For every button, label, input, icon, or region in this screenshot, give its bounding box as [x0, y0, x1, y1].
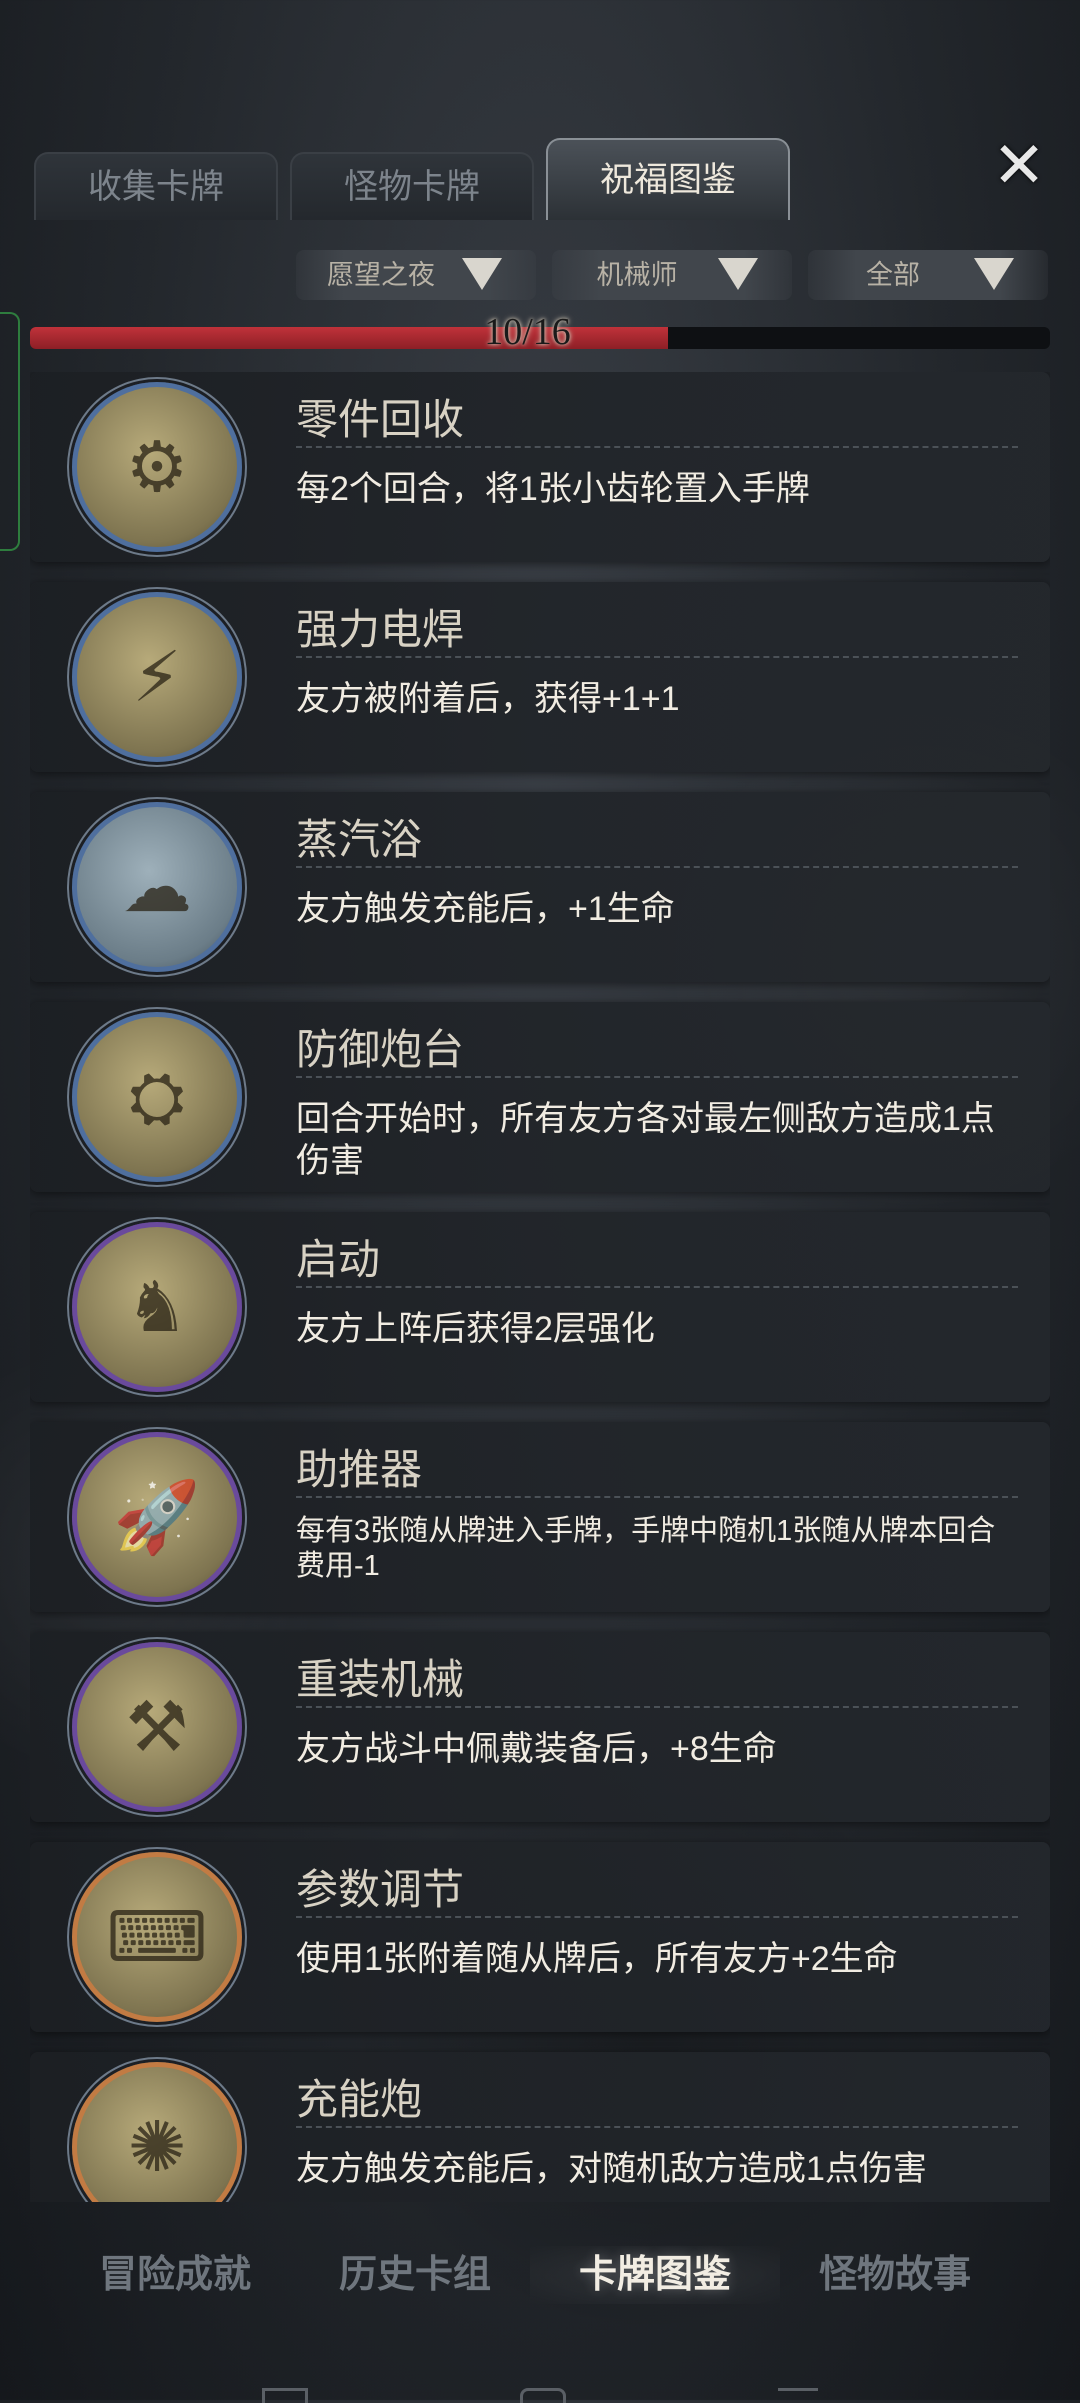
blessing-title: 防御炮台: [296, 1026, 465, 1073]
blessing-title: 助推器: [296, 1446, 423, 1493]
blessing-art: ⌨: [106, 1898, 208, 1976]
back-icon[interactable]: [778, 2388, 818, 2403]
blessing-row[interactable]: 🚀 助推器每有3张随从牌进入手牌，手牌中随机1张随从牌本回合费用-1: [30, 1422, 1050, 1612]
blessing-art: ⚒: [125, 1688, 189, 1766]
blessing-title: 充能炮: [296, 2076, 423, 2123]
blessing-description: 每有3张随从牌进入手牌，手牌中随机1张随从牌本回合费用-1: [296, 1515, 996, 1582]
filter-label: 全部: [866, 260, 920, 290]
blessing-description: 友方触发充能后，+1生命: [296, 890, 675, 928]
nav-adventure-achievements[interactable]: 冒险成就: [60, 2220, 290, 2330]
blessing-row[interactable]: ⚒ 重装机械友方战斗中佩戴装备后，+8生命: [30, 1632, 1050, 1822]
cannon-turret-icon: ⛭: [72, 1012, 242, 1182]
blessing-art: ⚡: [132, 638, 182, 716]
blessing-description: 回合开始时，所有友方各对最左侧敌方造成1点伤害: [296, 1100, 995, 1180]
dashed-divider: [296, 1286, 1018, 1288]
recent-apps-icon[interactable]: [262, 2388, 308, 2403]
filter-funnel-icon: [718, 258, 758, 290]
filter-label: 机械师: [596, 260, 678, 290]
welding-torch-icon: ⚡: [72, 592, 242, 762]
nav-history-decks[interactable]: 历史卡组: [300, 2220, 530, 2330]
blessing-title: 重装机械: [296, 1656, 465, 1703]
filter-funnel-icon: [974, 258, 1014, 290]
nav-monster-stories[interactable]: 怪物故事: [780, 2220, 1010, 2330]
hooded-scavenger-icon: ⚙: [72, 382, 242, 552]
tab-blessing-codex[interactable]: 祝福图鉴: [546, 138, 790, 220]
filter-rarity[interactable]: 全部: [808, 250, 1048, 300]
dashed-divider: [296, 866, 1018, 868]
blessing-description: 友方战斗中佩戴装备后，+8生命: [296, 1730, 777, 1768]
category-tabs: 收集卡牌 怪物卡牌 祝福图鉴: [34, 138, 794, 220]
blessing-art: ♞: [125, 1268, 189, 1346]
blessing-row[interactable]: ⌨ 参数调节使用1张附着随从牌后，所有友方+2生命: [30, 1842, 1050, 2032]
blessing-art: ✺: [127, 2108, 187, 2186]
charge-cannon-icon: ✺: [72, 2062, 242, 2202]
blessing-title: 零件回收: [296, 396, 465, 443]
blessing-art: 🚀: [113, 1478, 201, 1556]
blessing-row[interactable]: ✺ 充能炮友方触发充能后，对随机敌方造成1点伤害: [30, 2052, 1050, 2202]
blessing-art: ⚙: [125, 428, 189, 506]
close-icon[interactable]: ✕: [986, 132, 1052, 198]
rocket-booster-icon: 🚀: [72, 1432, 242, 1602]
blessing-row[interactable]: ☁ 蒸汽浴友方触发充能后，+1生命: [30, 792, 1050, 982]
blessing-description: 友方触发充能后，对随机敌方造成1点伤害: [296, 2150, 927, 2188]
armored-knight-icon: ♞: [72, 1222, 242, 1392]
blessing-list[interactable]: ⚙ 零件回收每2个回合，将1张小齿轮置入手牌 ⚡ 强力电焊友方被附着后，获得+1+1 ☁…: [30, 372, 1050, 2202]
blessing-description: 友方被附着后，获得+1+1: [296, 680, 680, 718]
blessing-title: 参数调节: [296, 1866, 465, 1913]
blessing-row[interactable]: ⚡ 强力电焊友方被附着后，获得+1+1: [30, 582, 1050, 772]
progress-count: 10/16: [484, 311, 571, 353]
dashed-divider: [296, 446, 1018, 448]
dashed-divider: [296, 2126, 1018, 2128]
filter-funnel-icon: [462, 258, 502, 290]
blessing-description: 使用1张附着随从牌后，所有友方+2生命: [296, 1940, 898, 1978]
tab-monster-cards[interactable]: 怪物卡牌: [290, 152, 534, 220]
blessing-art: ☁: [122, 848, 192, 926]
blessing-description: 每2个回合，将1张小齿轮置入手牌: [296, 470, 810, 508]
dashed-divider: [296, 1496, 1018, 1498]
heavy-mech-icon: ⚒: [72, 1642, 242, 1812]
dashed-divider: [296, 1076, 1018, 1078]
system-nav-bar: [0, 2370, 1080, 2403]
dashed-divider: [296, 1706, 1018, 1708]
nav-card-codex[interactable]: 卡牌图鉴: [530, 2220, 780, 2330]
blessing-title: 蒸汽浴: [296, 816, 423, 863]
filter-adventure[interactable]: 愿望之夜: [296, 250, 536, 300]
blessing-title: 启动: [296, 1236, 381, 1283]
blessing-row[interactable]: ♞ 启动友方上阵后获得2层强化: [30, 1212, 1050, 1402]
bottom-nav: 冒险成就 历史卡组 卡牌图鉴 怪物故事: [60, 2220, 1020, 2330]
dashed-divider: [296, 1916, 1018, 1918]
home-icon[interactable]: [520, 2388, 566, 2403]
blessing-row[interactable]: ⛭ 防御炮台回合开始时，所有友方各对最左侧敌方造成1点伤害: [30, 1002, 1050, 1192]
filter-class[interactable]: 机械师: [552, 250, 792, 300]
steam-robot-icon: ☁: [72, 802, 242, 972]
control-cockpit-icon: ⌨: [72, 1852, 242, 2022]
dashed-divider: [296, 656, 1018, 658]
blessing-row[interactable]: ⚙ 零件回收每2个回合，将1张小齿轮置入手牌: [30, 372, 1050, 562]
blessing-art: ⛭: [129, 1058, 185, 1136]
blessing-title: 强力电焊: [296, 606, 465, 653]
blessing-description: 友方上阵后获得2层强化: [296, 1310, 655, 1348]
tab-collect-cards[interactable]: 收集卡牌: [34, 152, 278, 220]
filter-label: 愿望之夜: [327, 260, 435, 290]
